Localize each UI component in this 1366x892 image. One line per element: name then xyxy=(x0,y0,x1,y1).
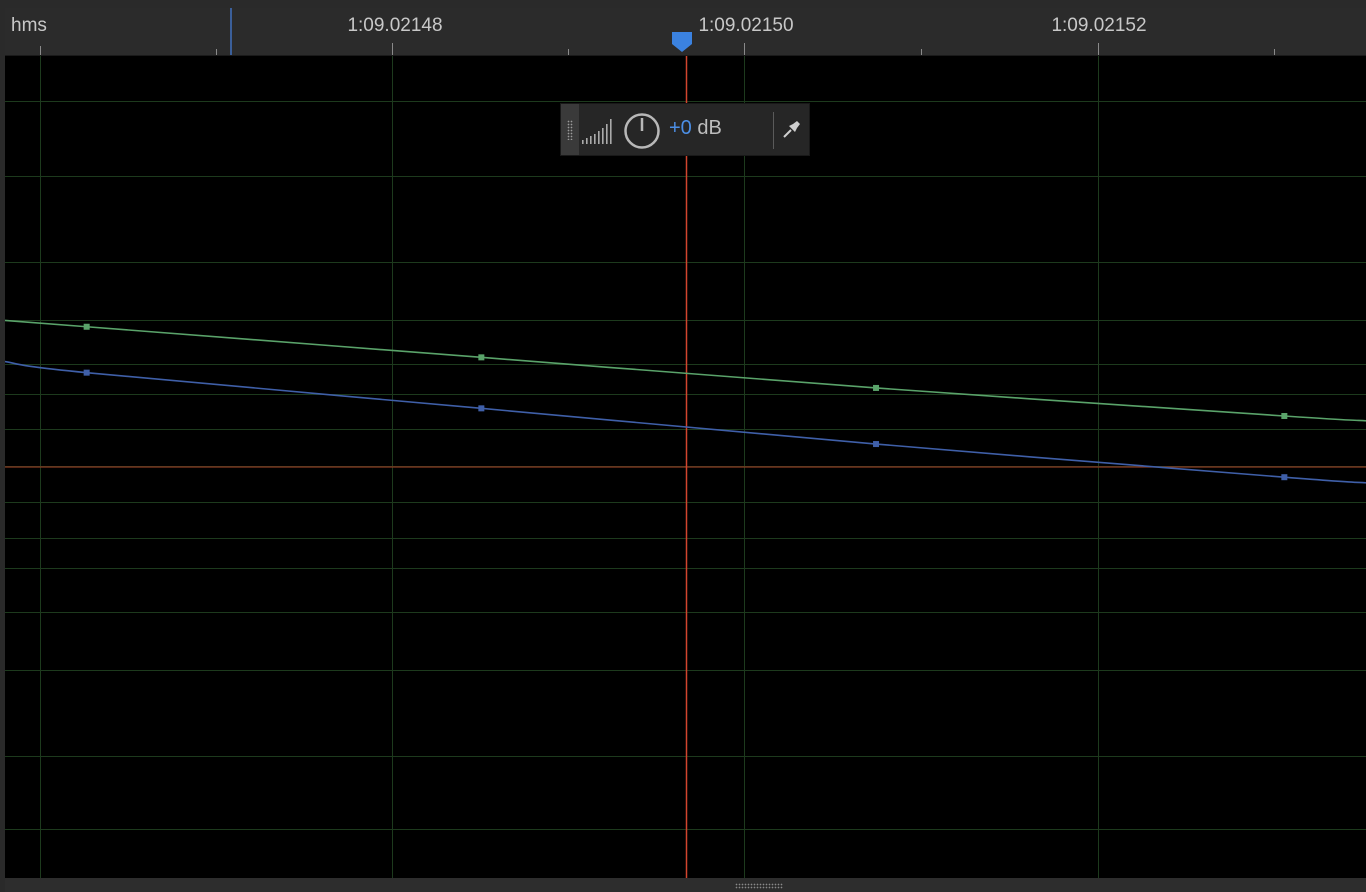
ruler-tick xyxy=(921,49,922,55)
sample-point xyxy=(83,323,90,330)
volume-bars-icon xyxy=(582,119,612,144)
pin-icon[interactable] xyxy=(781,118,803,140)
grip-dots-icon xyxy=(567,120,573,140)
sample-point xyxy=(1281,413,1288,419)
ruler-view-divider xyxy=(230,8,232,55)
ruler-tick xyxy=(744,43,745,55)
playhead-marker-icon[interactable] xyxy=(671,24,693,54)
ruler-tick xyxy=(216,49,217,55)
sample-point xyxy=(873,384,880,391)
sample-point xyxy=(1281,474,1288,481)
hud-separator xyxy=(773,112,774,149)
waveform-editor: hms 1:09.02148 1:09.02150 1:09.02152 +0 … xyxy=(0,0,1366,892)
waveform-plot[interactable] xyxy=(5,56,1366,878)
sample-point xyxy=(873,441,880,448)
ruler-tick xyxy=(1274,49,1275,55)
sample-point xyxy=(478,354,485,361)
ruler-tick xyxy=(40,46,41,55)
gain-unit: dB xyxy=(691,117,722,139)
sample-point xyxy=(83,369,90,376)
ruler-tick xyxy=(1098,43,1099,55)
waveform-curve xyxy=(5,360,1366,484)
scrollbar-grip-icon[interactable] xyxy=(735,883,783,889)
waveform-canvas[interactable] xyxy=(5,56,1366,878)
gain-hud[interactable]: +0 dB xyxy=(560,103,810,156)
hud-drag-handle[interactable] xyxy=(561,104,579,155)
sample-point xyxy=(478,405,485,412)
gain-knob-icon[interactable] xyxy=(623,112,661,150)
ruler-tick xyxy=(568,49,569,55)
horizontal-scrollbar[interactable] xyxy=(5,878,1366,892)
ruler-label-3: 1:09.02152 xyxy=(1051,15,1147,36)
ruler-label-1: 1:09.02148 xyxy=(347,15,443,36)
time-unit-label[interactable]: hms xyxy=(11,15,47,37)
waveform-curve xyxy=(5,319,1366,422)
ruler-label-2: 1:09.02150 xyxy=(698,15,794,36)
ruler-tick xyxy=(392,43,393,55)
gain-value[interactable]: +0 dB xyxy=(669,117,722,140)
gain-number[interactable]: +0 xyxy=(669,117,692,139)
